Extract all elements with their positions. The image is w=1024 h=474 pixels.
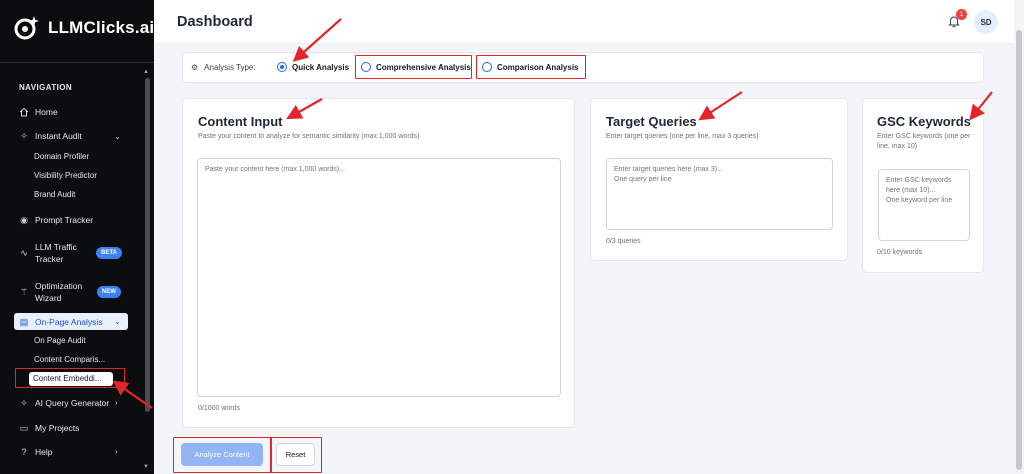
page-title: Dashboard: [177, 14, 253, 30]
avatar[interactable]: SD: [974, 10, 998, 34]
sidebar-subitem-domain-profiler[interactable]: Domain Profiler: [34, 152, 89, 161]
chevron-right-icon[interactable]: ›: [115, 447, 118, 456]
top-header: Dashboard 1 SD: [154, 0, 1014, 44]
sidebar: LLMClicks.ai NAVIGATION Home ✧ Instant A…: [0, 0, 154, 474]
radio-selected-icon: [277, 62, 287, 72]
gsc-keywords-title: GSC Keywords: [877, 114, 971, 129]
radio-quick-analysis[interactable]: Quick Analysis: [277, 62, 349, 72]
folder-icon: ▭: [19, 422, 29, 433]
chevron-down-icon[interactable]: ⌄: [114, 317, 121, 326]
nav-section-label: NAVIGATION: [19, 83, 73, 92]
content-input-textarea[interactable]: [197, 158, 561, 397]
help-icon: ?: [21, 447, 27, 457]
home-icon: [19, 107, 29, 117]
keyword-counter: 0/10 keywords: [877, 249, 923, 256]
sidebar-item-my-projects[interactable]: ▭ My Projects: [19, 422, 80, 434]
sidebar-item-label: AI Query Generator: [35, 398, 110, 408]
activity-icon: ∿: [20, 247, 28, 258]
sidebar-divider: [0, 62, 154, 63]
eye-icon: ◉: [20, 214, 28, 225]
sidebar-item-prompt-tracker[interactable]: ◉ Prompt Tracker: [19, 214, 94, 226]
chevron-down-icon[interactable]: ⌄: [114, 132, 121, 141]
content-word-counter: 0/1000 words: [198, 405, 241, 412]
document-icon: ▤: [19, 316, 29, 327]
sidebar-subitem-content-comparison[interactable]: Content Comparis...: [34, 355, 105, 364]
sidebar-item-help[interactable]: ? Help: [19, 447, 52, 457]
content-input-card: Content Input Paste your content to anal…: [182, 98, 575, 428]
annotation-box-comparison: [476, 55, 586, 79]
new-badge: NEW: [97, 286, 121, 298]
target-queries-card: Target Queries Enter target queries (one…: [590, 98, 848, 261]
sidebar-item-on-page-analysis[interactable]: ▤ On-Page Analysis: [19, 316, 103, 328]
target-queries-title: Target Queries: [606, 114, 697, 129]
sidebar-item-label: Instant Audit: [35, 131, 82, 141]
content-input-title: Content Input: [198, 114, 283, 129]
gsc-keywords-textarea[interactable]: [878, 169, 970, 241]
sparkle-icon: ✧: [20, 130, 28, 141]
logo[interactable]: LLMClicks.ai: [12, 14, 154, 42]
annotation-box-content-embeddings: [15, 368, 125, 388]
scroll-up-arrow-icon[interactable]: ▲: [143, 69, 149, 75]
chevron-right-icon[interactable]: ›: [115, 398, 118, 407]
sidebar-scrollbar[interactable]: [145, 78, 150, 412]
gsc-keywords-card: GSC Keywords Enter GSC keywords (one per…: [862, 98, 984, 273]
query-counter: 0/3 queries: [606, 238, 641, 245]
sidebar-item-llm-traffic-tracker[interactable]: ∿ LLM Traffic Tracker: [19, 241, 77, 265]
sidebar-item-label: Prompt Tracker: [35, 215, 94, 225]
notification-badge: 1: [956, 9, 967, 20]
sidebar-item-label: Home: [35, 107, 58, 117]
sidebar-item-label: Optimization Wizard: [35, 281, 83, 303]
sidebar-subitem-visibility-predictor[interactable]: Visibility Predictor: [34, 171, 97, 180]
sidebar-item-optimization-wizard[interactable]: ⚚ Optimization Wizard: [19, 280, 82, 304]
sparkle-icon: ✧: [20, 397, 28, 408]
gsc-keywords-subtitle: Enter GSC keywords (one per line, max 10…: [877, 133, 971, 150]
analysis-type-label: ⚙ Analysis Type:: [191, 63, 256, 72]
target-queries-subtitle: Enter target queries (one per line, max …: [606, 133, 759, 140]
annotation-box-comprehensive: [355, 55, 472, 79]
target-queries-textarea[interactable]: [606, 158, 833, 230]
beta-badge: BETA: [96, 247, 122, 259]
sidebar-item-ai-query-generator[interactable]: ✧ AI Query Generator: [19, 397, 110, 409]
wand-icon: ⚚: [19, 286, 29, 297]
content-input-subtitle: Paste your content to analyze for semant…: [198, 133, 420, 140]
sidebar-subitem-on-page-audit[interactable]: On Page Audit: [34, 336, 86, 345]
app-name: LLMClicks.ai: [48, 18, 155, 37]
scroll-down-arrow-icon[interactable]: ▼: [143, 464, 149, 470]
main-scrollbar[interactable]: [1016, 30, 1022, 470]
sidebar-item-home[interactable]: Home: [19, 107, 58, 117]
sidebar-item-instant-audit[interactable]: ✧ Instant Audit: [19, 130, 82, 142]
sidebar-item-label: Help: [35, 447, 53, 457]
sidebar-item-label: My Projects: [35, 423, 80, 433]
sidebar-item-label: LLM Traffic Tracker: [35, 242, 77, 264]
sidebar-item-label: On-Page Analysis: [35, 317, 103, 327]
gear-icon: ⚙: [191, 63, 199, 72]
sidebar-subitem-brand-audit[interactable]: Brand Audit: [34, 190, 75, 199]
annotation-box-analyze: [173, 437, 272, 473]
logo-icon: [12, 14, 40, 42]
annotation-box-reset: [270, 437, 322, 473]
